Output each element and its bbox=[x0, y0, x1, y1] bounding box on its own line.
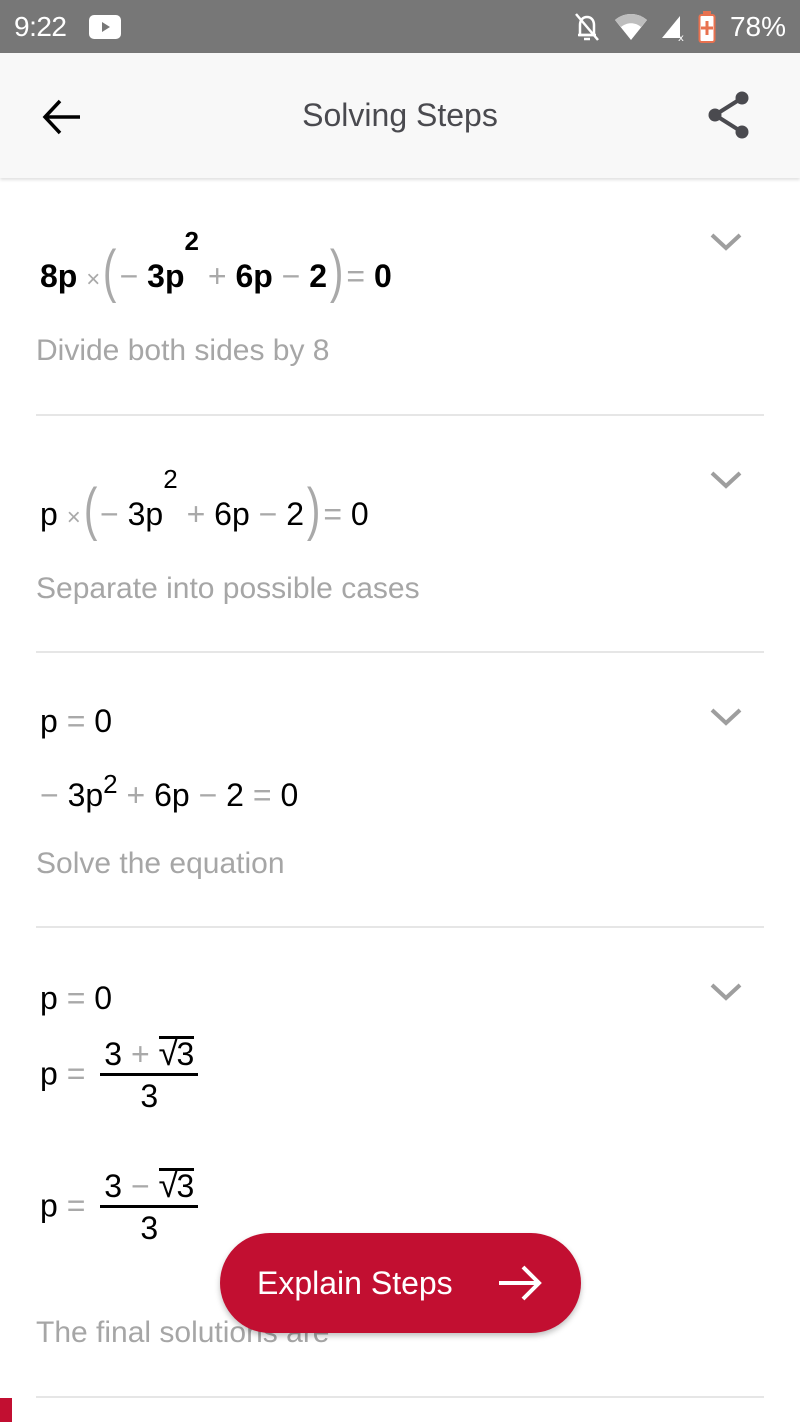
fraction: 3 − √ 3 3 bbox=[100, 1164, 199, 1248]
battery-icon bbox=[698, 10, 716, 43]
chevron-down-icon[interactable] bbox=[708, 230, 744, 254]
step-description: Solve the equation bbox=[36, 847, 285, 880]
status-bar: 9:22 x 78% bbox=[0, 0, 800, 53]
square-root: √ 3 bbox=[158, 1164, 195, 1205]
svg-text:x: x bbox=[678, 33, 684, 42]
step-item[interactable]: p ×(− 3p2 + 6p − 2)= 0 Separate into pos… bbox=[36, 416, 764, 653]
step-expression-line: p = 3 + √ 3 3 bbox=[40, 1032, 199, 1116]
step-item[interactable]: p = 0 − 3p2 + 6p − 2 = 0 Solve the equat… bbox=[36, 653, 764, 928]
step-expression: p ×(− 3p2 + 6p − 2)= 0 bbox=[40, 464, 369, 542]
accent-marker bbox=[0, 1398, 12, 1422]
wifi-icon bbox=[614, 13, 647, 40]
signal-icon: x bbox=[661, 15, 684, 42]
steps-list: 8p ×(− 3p2 + 6p − 2)= 0 Divide both side… bbox=[0, 178, 800, 1398]
step-expression-line: p = 3 − √ 3 3 bbox=[40, 1164, 199, 1248]
explain-steps-label: Explain Steps bbox=[257, 1264, 453, 1301]
page-title: Solving Steps bbox=[302, 97, 498, 133]
explain-steps-button[interactable]: Explain Steps bbox=[220, 1233, 581, 1333]
status-time: 9:22 bbox=[14, 10, 67, 42]
step-expression: 8p ×(− 3p2 + 6p − 2)= 0 bbox=[40, 226, 392, 304]
battery-percent: 78% bbox=[729, 10, 786, 42]
back-button[interactable] bbox=[40, 95, 84, 139]
share-icon bbox=[708, 91, 749, 139]
youtube-icon bbox=[88, 14, 121, 39]
step-description: Separate into possible cases bbox=[36, 572, 420, 605]
chevron-down-icon[interactable] bbox=[708, 468, 744, 492]
chevron-down-icon[interactable] bbox=[708, 705, 744, 729]
arrow-right-icon bbox=[499, 1265, 542, 1301]
mute-bell-icon bbox=[574, 12, 599, 41]
step-item[interactable]: 8p ×(− 3p2 + 6p − 2)= 0 Divide both side… bbox=[36, 178, 764, 416]
fraction: 3 + √ 3 3 bbox=[100, 1032, 199, 1116]
step-description: Divide both sides by 8 bbox=[36, 334, 330, 367]
status-icons: x 78% bbox=[572, 10, 786, 44]
chevron-down-icon[interactable] bbox=[708, 980, 744, 1004]
app-bar: Solving Steps bbox=[0, 53, 800, 178]
arrow-left-icon bbox=[42, 99, 80, 135]
step-expression-line: p = 0 bbox=[40, 703, 113, 739]
share-button[interactable] bbox=[704, 90, 754, 140]
step-expression-line: − 3p2 + 6p − 2 = 0 bbox=[40, 769, 299, 813]
step-expression-line: p = 0 bbox=[40, 980, 113, 1016]
square-root: √ 3 bbox=[158, 1032, 195, 1073]
